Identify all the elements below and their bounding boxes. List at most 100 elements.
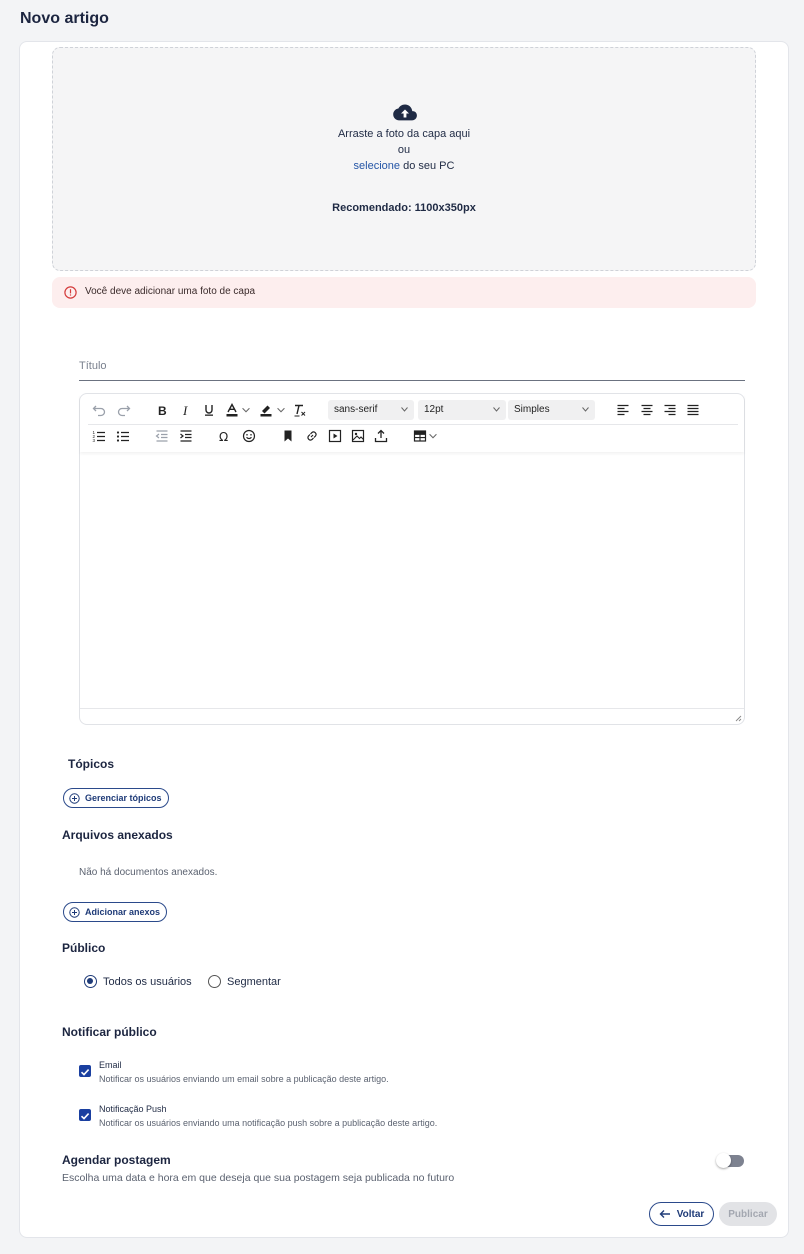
notify-email-checkbox[interactable] [79,1065,91,1077]
resize-handle-icon[interactable] [734,714,742,722]
image-icon [351,429,365,443]
table-icon [413,430,427,442]
text-color-icon [226,403,238,417]
editor-statusbar [80,708,744,724]
redo-button[interactable] [114,400,134,420]
align-right-button[interactable] [660,400,680,420]
numbered-list-button[interactable]: 123 [89,426,109,446]
checkmark-icon [80,1069,90,1076]
cover-or-text: ou [397,144,411,156]
audience-heading: Público [62,941,106,955]
link-button[interactable] [302,426,322,446]
table-dropdown[interactable] [427,426,439,446]
indent-button[interactable] [176,426,196,446]
numbered-list-icon: 123 [93,430,105,443]
svg-text:3: 3 [93,438,96,443]
bullet-list-button[interactable] [113,426,133,446]
notify-push-checkbox[interactable] [79,1109,91,1121]
omega-icon: Ω [219,430,228,443]
align-justify-button[interactable] [683,400,703,420]
audience-segment-label: Segmentar [227,975,281,988]
text-color-button[interactable] [222,400,242,420]
plus-circle-icon [69,906,80,918]
align-right-icon [664,404,676,416]
alert-text: Você deve adicionar uma foto de capa [85,286,256,297]
schedule-heading: Agendar postagem [62,1153,171,1167]
svg-text:I: I [182,403,188,417]
line-height-select[interactable]: Simples [508,400,595,420]
highlight-color-dropdown[interactable] [275,400,287,420]
rich-text-editor[interactable]: B I sans-serif 12pt Simples 1 2 3 Ω [79,393,745,725]
topics-heading: Tópicos [68,757,115,771]
manage-topics-button[interactable]: Gerenciar tópicos [63,788,169,808]
cover-select-link[interactable]: selecione [354,160,400,172]
special-character-button[interactable]: Ω [215,426,235,446]
underline-button[interactable] [199,400,219,420]
italic-icon: I [182,403,188,417]
align-center-button[interactable] [637,400,657,420]
bookmark-button[interactable] [278,426,298,446]
notify-email-title: Email [99,1060,122,1070]
radio-selected-icon [84,975,97,988]
notify-email-description: Notificar os usuários enviando um email … [99,1074,389,1084]
toggle-knob [716,1153,731,1168]
bookmark-icon [284,430,292,442]
manage-topics-label: Gerenciar tópicos [85,793,162,803]
bold-button[interactable]: B [152,400,172,420]
font-size-value: 12pt [424,404,444,415]
clear-formatting-button[interactable] [290,400,310,420]
chevron-down-icon [582,407,589,412]
page-title: Novo artigo [20,10,109,27]
add-attachments-label: Adicionar anexos [85,907,161,917]
align-left-icon [617,404,629,416]
outdent-icon [155,430,168,442]
line-height-value: Simples [514,404,550,415]
media-button[interactable] [325,426,345,446]
attachments-empty-text: Não há documentos anexados. [79,867,218,878]
align-left-button[interactable] [613,400,633,420]
align-justify-icon [687,404,699,416]
notify-push-description: Notificar os usuários enviando uma notif… [99,1118,438,1128]
publish-button[interactable]: Publicar [719,1202,777,1226]
title-input[interactable] [79,355,745,381]
align-center-icon [641,404,653,416]
undo-button[interactable] [89,400,109,420]
emoji-button[interactable] [239,426,259,446]
back-button-label: Voltar [676,1208,705,1220]
chevron-down-icon [401,407,408,412]
font-family-select[interactable]: sans-serif [328,400,414,420]
cover-recommended-size: Recomendado: 1100x350px [332,202,476,214]
outdent-button[interactable] [152,426,172,446]
bold-icon: B [158,404,167,417]
indent-icon [180,430,192,442]
undo-icon [92,405,106,417]
emoji-icon [242,429,256,443]
alert-circle-icon [64,286,77,299]
cover-drag-text: Arraste a foto da capa aqui [337,128,471,140]
upload-button[interactable] [371,426,391,446]
text-color-dropdown[interactable] [240,400,252,420]
bullet-list-icon [116,431,129,442]
svg-text:Ω: Ω [219,430,228,443]
audience-all-users-label: Todos os usuários [103,975,192,988]
add-attachments-button[interactable]: Adicionar anexos [63,902,168,922]
italic-button[interactable]: I [176,400,196,420]
upload-icon [374,429,388,443]
cover-select-suffix: do seu PC [403,160,455,172]
video-icon [328,429,342,443]
underline-icon [205,405,213,416]
cover-dropzone[interactable]: Arraste a foto da capa aqui ou selecione… [52,47,756,271]
audience-all-users-radio[interactable]: Todos os usuários [84,975,192,988]
cloud-upload-icon [393,104,417,121]
chevron-down-icon [277,407,285,413]
audience-segment-radio[interactable]: Segmentar [208,975,281,988]
schedule-toggle[interactable] [716,1153,744,1168]
plus-circle-icon [69,792,80,804]
font-size-select[interactable]: 12pt [418,400,506,420]
svg-text:B: B [158,404,167,417]
cover-error-alert: Você deve adicionar uma foto de capa [52,277,756,308]
image-button[interactable] [348,426,368,446]
highlight-color-button[interactable] [256,400,276,420]
back-button[interactable]: Voltar [649,1202,714,1226]
chevron-down-icon [242,407,250,413]
